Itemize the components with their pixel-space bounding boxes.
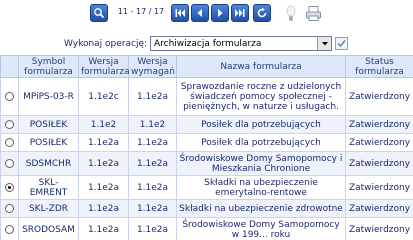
cell-requirements-version: 1.1e2a (128, 133, 177, 152)
table-row[interactable]: SKL-ZDR 1.1e2a 1.1e2a Składki na ubezpie… (0, 199, 413, 218)
execute-operation-button[interactable] (335, 37, 348, 50)
table-row[interactable]: SDSMCHR 1.1e2a 1.1e2a Środowiskowe Domy … (0, 151, 413, 176)
next-icon (218, 9, 223, 17)
cell-status: Zatwierdzony (345, 133, 413, 152)
cell-requirements-version: 1.1e2a (128, 217, 177, 240)
cell-requirements-version: 1.1e2a (128, 151, 177, 176)
cell-version: 1.1e2a (78, 175, 129, 200)
row-radio[interactable] (5, 203, 14, 213)
table-row[interactable]: SRODOSAM 1.1e2a 1.1e2a Środowiskowe Domy… (0, 217, 413, 240)
previous-page-button[interactable] (191, 4, 209, 22)
cell-form-name: Składki na ubezpieczenie zdrowotne (176, 199, 346, 218)
checkmark-icon (337, 40, 346, 48)
cell-form-name: Posiłek dla potrzebujących (176, 133, 346, 152)
lightbulb-icon[interactable] (286, 5, 296, 22)
cell-symbol: MPiPS-03-R (18, 77, 79, 116)
table-row[interactable]: MPiPS-03-R 1.1e2c 1.1e2a Sprawozdanie ro… (0, 77, 413, 116)
cell-status: Zatwierdzony (345, 151, 413, 176)
search-button[interactable] (90, 4, 108, 22)
cell-form-name: Posiłek dla potrzebujących (176, 115, 346, 134)
row-radio[interactable] (5, 137, 14, 147)
header-select (0, 55, 19, 78)
pager-toolbar: 11 - 17 / 17 (0, 4, 413, 24)
cell-version: 1.1e2a (78, 217, 129, 240)
row-radio-selected[interactable] (5, 182, 14, 192)
print-icon[interactable] (305, 5, 322, 22)
first-page-icon (175, 9, 185, 17)
last-page-icon (235, 9, 245, 17)
cell-form-name: Sprawozdanie roczne z udzielonych świadc… (176, 77, 346, 116)
record-counter: 11 - 17 / 17 (117, 7, 165, 16)
operation-select-value: Archiwizacja formularza (154, 39, 262, 49)
table-row[interactable]: POSIŁEK 1.1e2a 1.1e2a Posiłek dla potrze… (0, 133, 413, 152)
cell-status: Zatwierdzony (345, 77, 413, 116)
header-requirements-version[interactable]: Wersja wymagań (128, 55, 177, 78)
cell-requirements-version: 1.1e2a (128, 199, 177, 218)
header-status[interactable]: Status formularza (345, 55, 413, 78)
cell-requirements-version: 1.1e2a (128, 77, 177, 116)
cell-symbol: SDSMCHR (18, 151, 79, 176)
forms-table: Symbol formularza Wersja formularza Wers… (0, 55, 413, 240)
cell-symbol: POSIŁEK (18, 115, 79, 134)
cell-symbol: SKL-EMRENT (18, 175, 79, 200)
search-icon (94, 8, 105, 19)
refresh-icon (257, 7, 267, 18)
cell-form-name: Środowiskowe Domy Samopomocy w 199... ro… (176, 217, 346, 240)
row-radio[interactable] (5, 158, 14, 168)
operation-select[interactable]: Archiwizacja formularza (150, 36, 332, 51)
cell-symbol: POSIŁEK (18, 133, 79, 152)
operation-row: Wykonaj operację: Archiwizacja formularz… (0, 36, 413, 52)
row-radio[interactable] (5, 119, 14, 129)
cell-status: Zatwierdzony (345, 217, 413, 240)
cell-form-name: Składki na ubezpieczenie emerytalno-rent… (176, 175, 346, 200)
row-radio[interactable] (5, 91, 14, 101)
cell-requirements-version: 1.1e2a (128, 175, 177, 200)
cell-status: Zatwierdzony (345, 115, 413, 134)
operation-label: Wykonaj operację: (64, 39, 148, 49)
refresh-button[interactable] (253, 4, 271, 22)
cell-form-name: Środowiskowe Domy Samopomocy i Mieszkani… (176, 151, 346, 176)
last-page-button[interactable] (231, 4, 249, 22)
cell-status: Zatwierdzony (345, 175, 413, 200)
header-version[interactable]: Wersja formularza (78, 55, 130, 78)
header-form-name[interactable]: Nazwa formularza (176, 55, 346, 78)
cell-symbol: SKL-ZDR (18, 199, 79, 218)
cell-symbol: SRODOSAM (18, 217, 79, 240)
cell-version: 1.1e2a (78, 151, 129, 176)
cell-requirements-version: 1.1e2 (128, 115, 177, 134)
cell-version: 1.1e2c (78, 77, 129, 116)
previous-icon (197, 9, 202, 17)
cell-version: 1.1e2a (78, 133, 129, 152)
cell-version: 1.1e2a (78, 199, 129, 218)
dropdown-arrow-icon[interactable] (317, 37, 331, 50)
cell-version: 1.1e2 (78, 115, 129, 134)
table-row[interactable]: SKL-EMRENT 1.1e2a 1.1e2a Składki na ubez… (0, 175, 413, 200)
table-row[interactable]: POSIŁEK 1.1e2 1.1e2 Posiłek dla potrzebu… (0, 115, 413, 134)
row-radio[interactable] (5, 224, 14, 234)
table-header-row: Symbol formularza Wersja formularza Wers… (0, 55, 413, 78)
next-page-button[interactable] (211, 4, 229, 22)
header-symbol[interactable]: Symbol formularza (18, 55, 79, 78)
cell-status: Zatwierdzony (345, 199, 413, 218)
first-page-button[interactable] (171, 4, 189, 22)
